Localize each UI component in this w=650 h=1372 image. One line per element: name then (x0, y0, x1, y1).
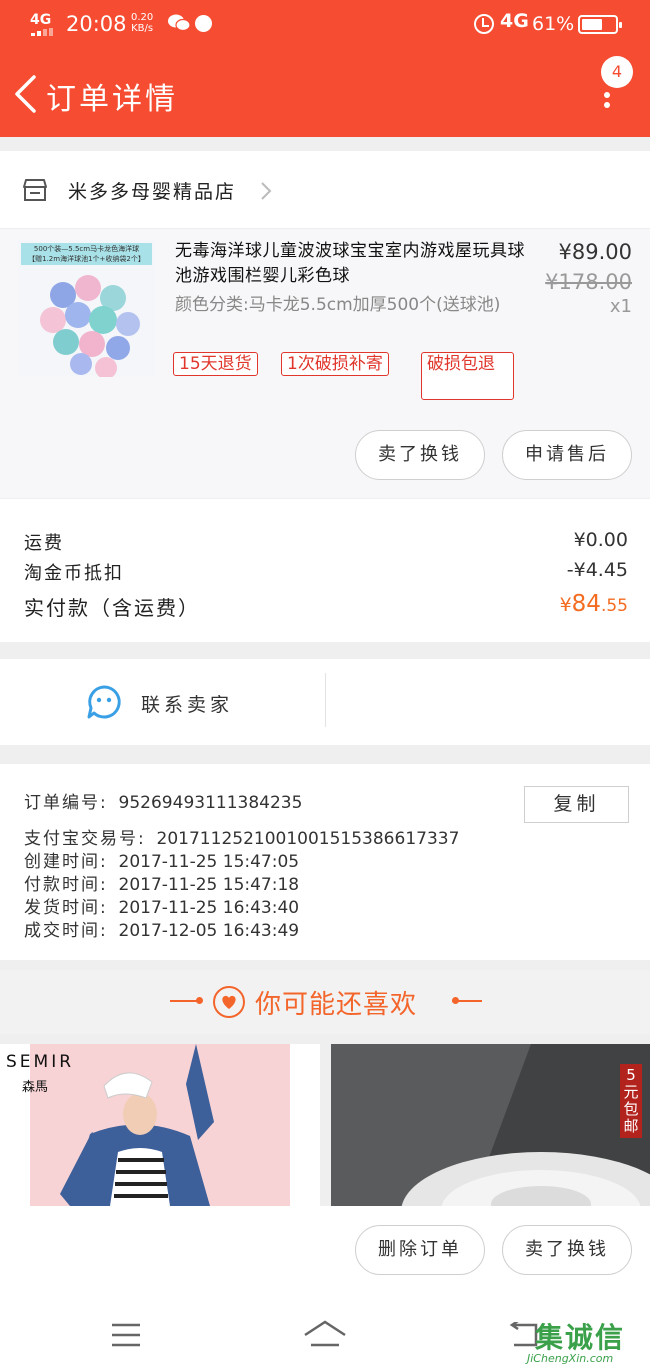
after-sale-button[interactable]: 申请售后 (502, 430, 632, 480)
alipay-row: 支付宝交易号: 2017112521001001515386617337 (24, 828, 459, 851)
promo-badge: 5元包邮 (620, 1064, 642, 1138)
alipay-label: 支付宝交易号: (24, 829, 146, 849)
clock: 20:08 (66, 12, 127, 36)
app-header: 4G 20:08 0.20 KB/s 4G 61% 订单详情 4 (0, 0, 650, 137)
completed-label: 成交时间: (24, 921, 108, 941)
wechat-icon (168, 14, 190, 32)
watermark-en: JiChengXin.com (527, 1352, 614, 1365)
decor-dot (196, 997, 203, 1004)
paid-time-label: 付款时间: (24, 875, 108, 895)
back-arrow-icon[interactable] (12, 74, 40, 114)
alarm-icon (474, 14, 494, 34)
created-time: 2017-11-25 15:47:05 (118, 852, 300, 872)
store-icon (23, 179, 47, 201)
shipping-value: ¥0.00 (573, 529, 628, 551)
battery-percent: 61% (532, 13, 575, 35)
plate-photo-graphic (331, 1044, 650, 1206)
signal-icon (31, 28, 53, 36)
fee-summary: 运费 ¥0.00 淘金币抵扣 -¥4.45 实付款（含运费） ¥84.55 (0, 499, 650, 642)
product-image[interactable]: 500个装—5.5cm马卡龙色海洋球 【赠1.2m海洋球池1个+收纳袋2个】 (18, 240, 155, 377)
service-tag: 15天退货 (173, 352, 258, 376)
paid-label: 实付款（含运费） (24, 596, 200, 620)
coin-value: -¥4.45 (566, 559, 628, 581)
completed-row: 成交时间: 2017-12-05 16:43:49 (24, 920, 299, 943)
home-icon[interactable] (302, 1318, 348, 1348)
coin-label: 淘金币抵扣 (24, 563, 124, 584)
page-title: 订单详情 (46, 82, 178, 117)
notification-icon (195, 15, 212, 32)
sell-for-cash-button-bottom[interactable]: 卖了换钱 (502, 1225, 632, 1275)
divider (325, 673, 326, 727)
status-bar: 4G 20:08 0.20 KB/s 4G 61% (0, 0, 650, 50)
product-quantity: x1 (609, 296, 632, 317)
net-speed: 0.20 KB/s (131, 12, 153, 34)
paid-time: 2017-11-25 15:47:18 (118, 875, 300, 895)
menu-icon[interactable] (110, 1322, 142, 1348)
copy-order-number-button[interactable]: 复制 (524, 786, 629, 823)
created-row: 创建时间: 2017-11-25 15:47:05 (24, 851, 299, 874)
site-watermark: 集诚信 JiChengXin.com (527, 1316, 650, 1372)
service-tag: 1次破损补寄 (281, 352, 389, 376)
delete-order-button[interactable]: 删除订单 (355, 1225, 485, 1275)
shipped-time: 2017-11-25 16:43:40 (118, 898, 300, 918)
completed-time: 2017-12-05 16:43:49 (118, 921, 300, 941)
shop-row[interactable]: 米多多母婴精品店 (0, 151, 650, 228)
product-sku: 颜色分类:马卡龙5.5cm加厚500个(送球池) (175, 295, 501, 315)
more-menu-icon[interactable] (598, 84, 618, 110)
recommend-item-1[interactable]: SEMIR 森馬 (0, 1044, 320, 1206)
product-price: ¥89.00 (558, 240, 632, 264)
product-title[interactable]: 无毒海洋球儿童波波球宝宝室内游戏屋玩具球池游戏围栏婴儿彩色球 (175, 239, 525, 289)
ball-pile-graphic (40, 275, 140, 377)
brand-logo-cn: 森馬 (22, 1080, 49, 1095)
battery-icon (578, 15, 622, 34)
net-speed-value: 0.20 (131, 12, 154, 23)
shipped-label: 发货时间: (24, 898, 108, 918)
chevron-right-icon (261, 182, 272, 200)
sell-for-cash-button[interactable]: 卖了换钱 (355, 430, 485, 480)
paid-row: 付款时间: 2017-11-25 15:47:18 (24, 874, 299, 897)
product-original-price: ¥178.00 (545, 270, 632, 294)
decor-line (452, 1000, 482, 1002)
recommend-title: 你可能还喜欢 (255, 990, 418, 1020)
paid-decimal: .55 (600, 596, 628, 616)
net-speed-unit: KB/s (131, 23, 154, 34)
order-number: 95269493111384235 (118, 793, 303, 813)
shipping-label: 运费 (24, 533, 64, 554)
recommend-item-2[interactable]: 5元包邮 (331, 1044, 650, 1206)
paid-value: ¥84.55 (560, 591, 628, 617)
shop-name: 米多多母婴精品店 (68, 181, 237, 203)
network-type: 4G (30, 12, 52, 28)
order-number-label: 订单编号: (24, 793, 108, 813)
service-tag: 破损包退 (421, 352, 514, 400)
lte-indicator: 4G (500, 10, 529, 32)
paid-currency: ¥ (559, 594, 572, 616)
alipay-number: 2017112521001001515386617337 (156, 829, 460, 849)
created-label: 创建时间: (24, 852, 108, 872)
heart-icon (213, 986, 245, 1018)
order-number-row: 订单编号: 95269493111384235 (24, 792, 302, 815)
watermark-cn: 集诚信 (535, 1321, 626, 1354)
brand-logo: SEMIR (6, 1052, 75, 1072)
shipped-row: 发货时间: 2017-11-25 16:43:40 (24, 897, 299, 920)
recommend-header: 你可能还喜欢 (0, 970, 650, 1034)
contact-seller-button[interactable]: 联系卖家 (141, 690, 233, 717)
paid-integer: 84 (571, 591, 601, 617)
chat-bubble-icon[interactable] (86, 684, 122, 720)
